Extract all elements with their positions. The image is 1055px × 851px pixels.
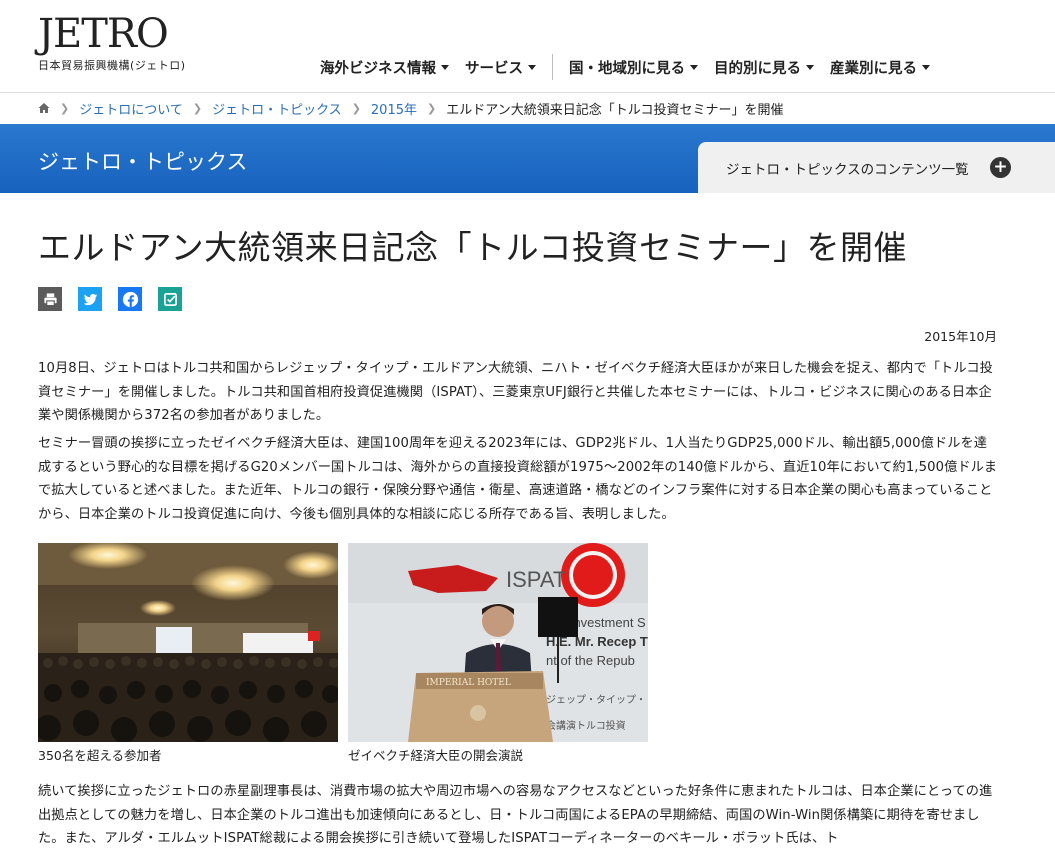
jetro-logo[interactable]: JETRO 日本貿易振興機構(ジェトロ) [38, 12, 186, 73]
bookmark-share-button[interactable] [158, 287, 182, 311]
banner-text: 会講演トルコ投資 [546, 719, 626, 732]
twitter-share-button[interactable] [78, 287, 102, 311]
photo-caption: 350名を超える参加者 [38, 748, 162, 763]
photo-audience: 350名を超える参加者 [38, 543, 338, 764]
breadcrumb-year[interactable]: 2015年 [371, 99, 417, 118]
chevron-right-icon: ❯ [60, 101, 70, 115]
home-icon[interactable] [38, 102, 50, 114]
gnav-label: 目的別に見る [714, 60, 801, 77]
breadcrumb: ❯ ジェトロについて ❯ ジェトロ・トピックス ❯ 2015年 ❯ エルドアン大… [0, 92, 1055, 123]
photo-speech-graphic: ISPAT key Investment S H.E. Mr. Recep T … [348, 543, 648, 742]
facebook-icon [122, 291, 138, 307]
chevron-right-icon: ❯ [192, 101, 203, 115]
check-icon [163, 292, 177, 306]
photo-speech: ISPAT key Investment S H.E. Mr. Recep T … [348, 543, 648, 764]
share-buttons [38, 287, 182, 311]
nav-divider [552, 54, 553, 80]
global-nav: 海外ビジネス情報 サービス 国・地域別に見る 目的別に見る 産業別に見る [320, 54, 938, 80]
gnav-by-region[interactable]: 国・地域別に見る [561, 57, 706, 78]
breadcrumb-topics[interactable]: ジェトロ・トピックス [212, 99, 342, 118]
photo-audience-image[interactable] [38, 543, 338, 742]
podium-text: IMPERIAL HOTEL [426, 678, 511, 688]
chevron-right-icon: ❯ [427, 101, 437, 115]
breadcrumb-current: エルドアン大統領来日記念「トルコ投資セミナー」を開催 [446, 102, 784, 118]
banner-text: ジェップ・タイップ・ [546, 694, 646, 706]
gnav-by-industry[interactable]: 産業別に見る [822, 57, 938, 78]
article-paragraph: 10月8日、ジェトロはトルコ共和国からレジェップ・タイップ・エルドアン大統領、ニ… [38, 361, 993, 423]
caret-down-icon [690, 64, 698, 70]
ispat-logo-text: ISPAT [506, 567, 566, 592]
contents-list-label: ジェトロ・トピックスのコンテンツ一覧 [726, 161, 969, 178]
print-icon [43, 292, 57, 306]
article-paragraph: セミナー冒頭の挨拶に立ったゼイベクチ経済大臣は、建国100周年を迎える2023年… [38, 436, 998, 522]
gnav-overseas-business[interactable]: 海外ビジネス情報 [320, 57, 457, 78]
logo-mark: JETRO [38, 11, 169, 57]
gnav-services[interactable]: サービス [457, 57, 544, 78]
caret-down-icon [441, 64, 449, 70]
chevron-right-icon: ❯ [351, 101, 361, 115]
facebook-share-button[interactable] [118, 287, 142, 311]
print-button[interactable] [38, 287, 62, 311]
contents-list-button[interactable]: ジェトロ・トピックスのコンテンツ一覧 + [698, 142, 1055, 193]
article-paragraph: 続いて挨拶に立ったジェトロの赤星副理事長は、消費市場の拡大や周辺市場への容易なア… [38, 784, 993, 846]
section-band: ジェトロ・トピックス ジェトロ・トピックスのコンテンツ一覧 + [0, 124, 1055, 193]
photo-caption: ゼイベクチ経済大臣の開会演説 [348, 748, 524, 763]
section-title: ジェトロ・トピックス [38, 150, 248, 174]
photo-audience-graphic [38, 543, 338, 742]
caret-down-icon [922, 64, 930, 70]
page-title: エルドアン大統領来日記念「トルコ投資セミナー」を開催 [38, 228, 908, 267]
breadcrumb-about[interactable]: ジェトロについて [79, 99, 183, 118]
caret-down-icon [806, 64, 814, 70]
banner-text: nt of the Repub [546, 653, 635, 668]
gnav-by-purpose[interactable]: 目的別に見る [706, 57, 822, 78]
photo-gallery: 350名を超える参加者 ISPAT key Investment S H.E. … [38, 543, 648, 764]
publish-date: 2015年10月 [924, 329, 997, 344]
site-header: JETRO 日本貿易振興機構(ジェトロ) 海外ビジネス情報 サービス 国・地域別… [0, 0, 1055, 92]
twitter-icon [83, 293, 97, 305]
gnav-label: 海外ビジネス情報 [320, 60, 436, 77]
gnav-label: 国・地域別に見る [569, 60, 685, 77]
logo-subtitle: 日本貿易振興機構(ジェトロ) [38, 59, 186, 72]
caret-down-icon [528, 64, 536, 70]
gnav-label: サービス [465, 60, 523, 77]
gnav-label: 産業別に見る [830, 60, 917, 77]
photo-speech-image[interactable]: ISPAT key Investment S H.E. Mr. Recep T … [348, 543, 648, 742]
plus-icon: + [990, 157, 1011, 178]
